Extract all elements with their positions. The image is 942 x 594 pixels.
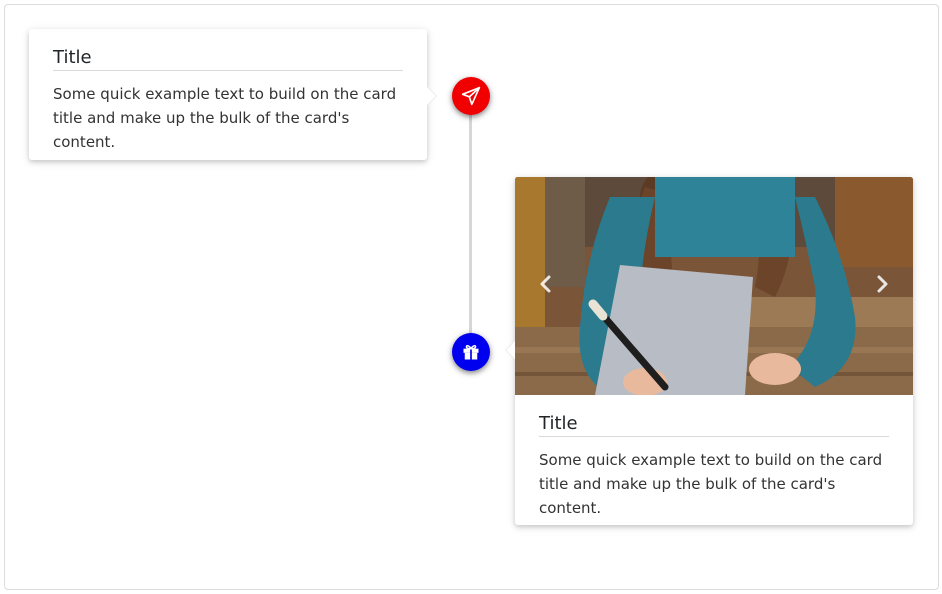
card-text: Some quick example text to build on the … [53,85,397,151]
timeline-card-1: Title Some quick example text to build o… [29,29,427,160]
gift-icon [452,333,490,371]
carousel-image[interactable] [515,177,913,395]
card-body: Title Some quick example text to build o… [29,29,427,172]
card-body: Title Some quick example text to build o… [515,395,913,538]
photo-child-drawing [515,177,913,395]
card-title: Title [539,413,889,437]
paper-plane-icon [452,77,490,115]
chevron-left-icon[interactable] [535,273,557,295]
timeline-card-2: Title Some quick example text to build o… [515,177,913,525]
timeline-line [469,112,472,352]
card-text: Some quick example text to build on the … [539,451,883,517]
card-title: Title [53,47,403,71]
chevron-right-icon[interactable] [871,273,893,295]
